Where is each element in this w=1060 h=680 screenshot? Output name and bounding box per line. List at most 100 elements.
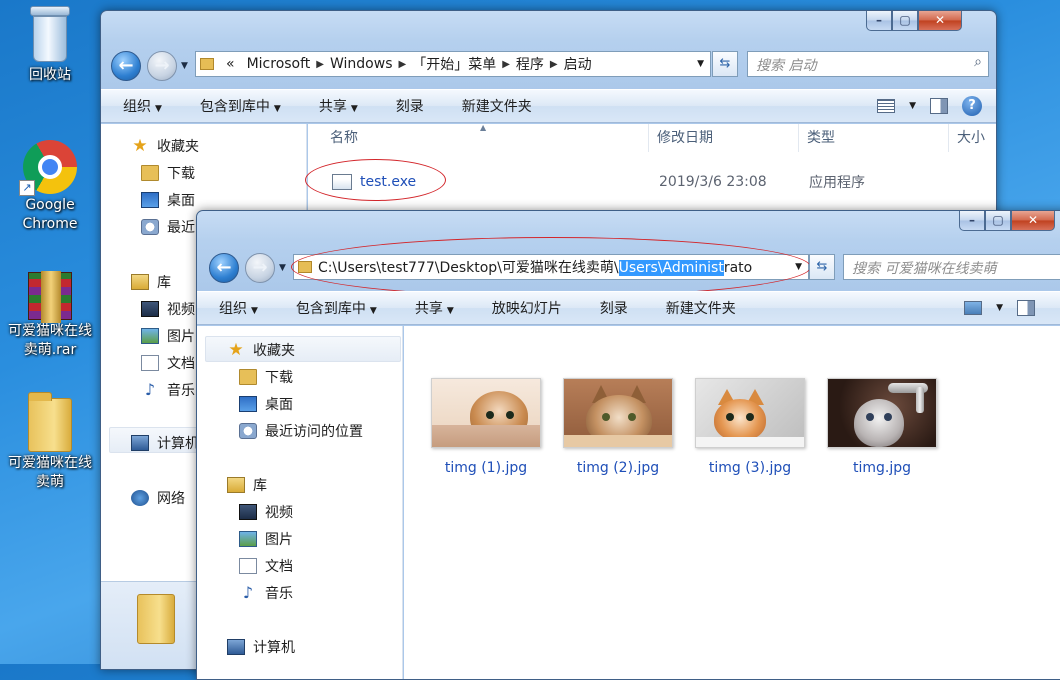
desktop-icon-folder[interactable]: 可爱猫咪在线卖萌: [2, 392, 98, 492]
desktop-icon-rar[interactable]: 可爱猫咪在线卖萌.rar: [2, 271, 98, 360]
library-icon: [227, 477, 245, 493]
recent-places-icon: [239, 423, 257, 439]
column-header-type[interactable]: 类型: [799, 124, 949, 152]
minimize-button[interactable]: –: [866, 11, 892, 31]
close-button[interactable]: ✕: [1011, 211, 1055, 231]
address-bar[interactable]: « Microsoft ▶ Windows ▶ 「开始」菜单 ▶ 程序 ▶ 启动…: [195, 51, 711, 77]
search-input[interactable]: 搜索 可爱猫咪在线卖萌: [843, 254, 1060, 280]
organize-menu[interactable]: 组织 ▼: [197, 298, 274, 318]
column-header-modified[interactable]: 修改日期: [649, 124, 799, 152]
preview-pane-icon[interactable]: [930, 98, 948, 114]
file-row-test-exe[interactable]: test.exe 2019/3/6 23:08 应用程序: [332, 172, 992, 192]
nav-libraries[interactable]: 库: [131, 272, 171, 292]
breadcrumb-programs[interactable]: 程序: [510, 54, 550, 74]
burn-button[interactable]: 刻录: [374, 96, 440, 116]
breadcrumb-arrow-icon[interactable]: ▶: [399, 59, 407, 70]
desktop-icon-chrome[interactable]: ↗ Google Chrome: [2, 140, 98, 234]
nav-libraries[interactable]: 库: [227, 475, 267, 495]
refresh-button[interactable]: ⇆: [809, 254, 835, 280]
nav-pictures[interactable]: 图片: [141, 326, 195, 346]
thumbnail-item[interactable]: timg (3).jpg: [695, 378, 805, 476]
include-in-library-menu[interactable]: 包含到库中 ▼: [274, 298, 393, 318]
search-icon[interactable]: ⌕: [974, 54, 982, 70]
thumbnail-item[interactable]: timg.jpg: [827, 378, 937, 476]
breadcrumb-windows[interactable]: Windows: [324, 56, 399, 72]
forward-button[interactable]: →: [147, 51, 177, 81]
slideshow-button[interactable]: 放映幻灯片: [470, 298, 578, 318]
desktop-icon: [239, 396, 257, 412]
preview-pane-icon[interactable]: [1017, 300, 1035, 316]
nav-computer[interactable]: 计算机: [227, 637, 295, 657]
thumbnail-label: timg (1).jpg: [444, 460, 528, 476]
help-icon[interactable]: ?: [962, 96, 982, 116]
back-button[interactable]: ←: [111, 51, 141, 81]
thumbnail-item[interactable]: timg (1).jpg: [431, 378, 541, 476]
nav-videos[interactable]: 视频: [239, 502, 293, 522]
nav-downloads[interactable]: 下载: [141, 163, 195, 183]
view-dropdown-icon[interactable]: ▼: [996, 303, 1003, 313]
column-header-size[interactable]: 大小: [949, 124, 996, 152]
breadcrumb-start-menu[interactable]: 「开始」菜单: [406, 54, 502, 74]
address-dropdown-icon[interactable]: ▼: [789, 262, 808, 272]
recent-places-icon: [141, 219, 159, 235]
nav-pictures[interactable]: 图片: [239, 529, 293, 549]
new-folder-button[interactable]: 新建文件夹: [644, 298, 752, 318]
share-menu[interactable]: 共享 ▼: [393, 298, 470, 318]
computer-icon: [131, 435, 149, 451]
address-selected-text: Users\Administ: [618, 260, 724, 276]
music-icon: ♪: [242, 583, 254, 602]
nav-downloads[interactable]: 下载: [239, 367, 293, 387]
maximize-button[interactable]: ▢: [892, 11, 918, 31]
desktop-icon-label: 可爱猫咪在线卖萌.rar: [8, 323, 92, 358]
nav-computer[interactable]: 计算机: [131, 433, 199, 453]
address-bar[interactable]: C:\Users\test777\Desktop\可爱猫咪在线卖萌\Users\…: [293, 254, 809, 280]
nav-desktop[interactable]: 桌面: [239, 394, 293, 414]
recent-pages-dropdown[interactable]: ▼: [279, 263, 286, 273]
maximize-button[interactable]: ▢: [985, 211, 1011, 231]
nav-music[interactable]: ♪ 音乐: [239, 583, 293, 603]
nav-recent[interactable]: 最近: [141, 217, 195, 237]
nav-documents[interactable]: 文档: [141, 353, 195, 373]
cat-photo-thumbnail: [563, 378, 673, 448]
new-folder-button[interactable]: 新建文件夹: [440, 96, 548, 116]
breadcrumb-arrow-icon[interactable]: ▶: [316, 59, 324, 70]
view-dropdown-icon[interactable]: ▼: [909, 101, 916, 111]
organize-menu[interactable]: 组织 ▼: [101, 96, 178, 116]
refresh-button[interactable]: ⇆: [712, 51, 738, 77]
thumbnail-item[interactable]: timg (2).jpg: [563, 378, 673, 476]
forward-button[interactable]: →: [245, 253, 275, 283]
search-placeholder: 搜索 启动: [756, 58, 817, 74]
explorer-window-cats[interactable]: – ▢ ✕ ← → ▼ C:\Users\test777\Desktop\可爱猫…: [196, 210, 1060, 680]
recycle-bin-icon: [28, 6, 72, 64]
nav-favorites[interactable]: ★ 收藏夹: [131, 136, 199, 156]
breadcrumb-startup[interactable]: 启动: [558, 54, 598, 74]
close-button[interactable]: ✕: [918, 11, 962, 31]
burn-button[interactable]: 刻录: [578, 298, 644, 318]
desktop-icon-recycle-bin[interactable]: 回收站: [2, 6, 98, 85]
back-button[interactable]: ←: [209, 253, 239, 283]
breadcrumb-microsoft[interactable]: Microsoft: [241, 56, 317, 72]
share-menu[interactable]: 共享 ▼: [297, 96, 374, 116]
nav-network[interactable]: 网络: [131, 488, 185, 508]
cat-photo-thumbnail: [827, 378, 937, 448]
library-icon: [131, 274, 149, 290]
address-text[interactable]: C:\Users\test777\Desktop\可爱猫咪在线卖萌\Users\…: [318, 257, 752, 277]
cat-photo-thumbnail: [695, 378, 805, 448]
nav-recent[interactable]: 最近访问的位置: [239, 421, 363, 441]
include-in-library-menu[interactable]: 包含到库中 ▼: [178, 96, 297, 116]
breadcrumb-overflow[interactable]: «: [220, 56, 241, 72]
minimize-button[interactable]: –: [959, 211, 985, 231]
change-view-icon[interactable]: [877, 99, 896, 113]
nav-desktop[interactable]: 桌面: [141, 190, 195, 210]
search-input[interactable]: 搜索 启动 ⌕: [747, 51, 989, 77]
breadcrumb-arrow-icon[interactable]: ▶: [550, 59, 558, 70]
nav-documents[interactable]: 文档: [239, 556, 293, 576]
breadcrumb-arrow-icon[interactable]: ▶: [502, 59, 510, 70]
nav-favorites[interactable]: ★ 收藏夹: [227, 340, 295, 360]
recent-pages-dropdown[interactable]: ▼: [181, 61, 188, 71]
address-dropdown-icon[interactable]: ▼: [691, 59, 710, 69]
nav-music[interactable]: ♪ 音乐: [141, 380, 195, 400]
nav-videos[interactable]: 视频: [141, 299, 195, 319]
change-view-icon[interactable]: [964, 301, 983, 315]
thumbnail-label: timg.jpg: [852, 460, 912, 476]
